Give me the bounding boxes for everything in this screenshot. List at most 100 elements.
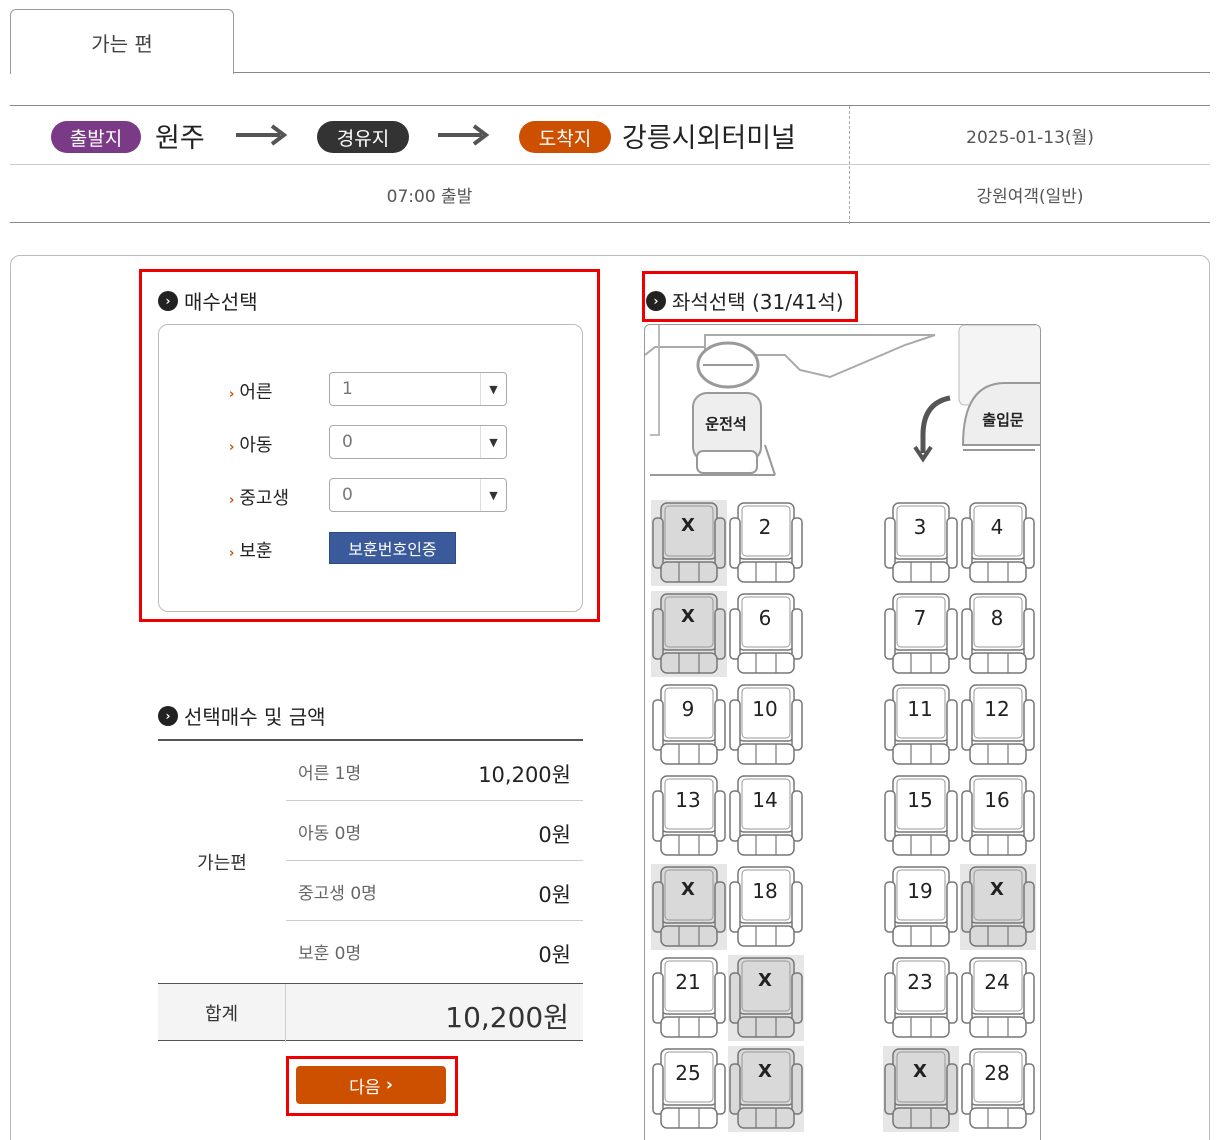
seat-12[interactable]: 12 bbox=[960, 682, 1036, 768]
seat-number: 4 bbox=[990, 515, 1004, 539]
seat-number: 3 bbox=[913, 515, 927, 539]
driver-seat-label: 운전석 bbox=[705, 415, 747, 433]
seat-20: X bbox=[960, 864, 1036, 950]
chevron-right-icon: › bbox=[229, 387, 235, 402]
count-section-title: › 매수선택 bbox=[158, 286, 258, 315]
departure-badge: 출발지 bbox=[51, 121, 141, 153]
seat-number: 19 bbox=[907, 879, 933, 903]
via-badge: 경유지 bbox=[317, 121, 409, 153]
chevron-circle-icon: › bbox=[158, 290, 178, 311]
seat-number: 16 bbox=[984, 788, 1010, 812]
driver-area-icon bbox=[645, 325, 1040, 476]
count-title-text: 매수선택 bbox=[184, 290, 258, 314]
seat-icon bbox=[884, 866, 958, 947]
seat-number: 14 bbox=[752, 788, 778, 812]
seat-25[interactable]: 25 bbox=[651, 1046, 727, 1132]
seat-14[interactable]: 14 bbox=[728, 773, 804, 859]
seat-icon bbox=[652, 684, 726, 765]
chevron-right-icon: › bbox=[385, 1075, 393, 1095]
seat-number: 7 bbox=[913, 606, 927, 630]
seat-number: 8 bbox=[990, 606, 1004, 630]
seat-number: 9 bbox=[681, 697, 695, 721]
seat-9[interactable]: 9 bbox=[651, 682, 727, 768]
seat-11[interactable]: 11 bbox=[883, 682, 959, 768]
seat-26: X bbox=[728, 1046, 804, 1132]
seat-number: 6 bbox=[758, 606, 772, 630]
seat-icon bbox=[961, 1048, 1035, 1129]
seat-icon bbox=[884, 593, 958, 674]
child-count-select[interactable]: 0 ▼ bbox=[329, 425, 507, 459]
arrow-right-icon bbox=[236, 124, 288, 146]
seat-number: 18 bbox=[752, 879, 778, 903]
seat-icon bbox=[652, 775, 726, 856]
seat-number: 28 bbox=[984, 1061, 1010, 1085]
total-row: 합계 10,200원 bbox=[158, 983, 583, 1042]
summary-title-text: 선택매수 및 금액 bbox=[184, 705, 326, 729]
seat-number: 11 bbox=[907, 697, 933, 721]
seat-icon bbox=[729, 593, 803, 674]
seat-28[interactable]: 28 bbox=[960, 1046, 1036, 1132]
adult-label: › 어른 bbox=[229, 382, 273, 403]
seat-icon bbox=[651, 591, 727, 677]
door-label: 출입문 bbox=[982, 411, 1024, 429]
summary-row: 어른 1명 10,200원 bbox=[286, 741, 583, 801]
seat-icon bbox=[729, 775, 803, 856]
seat-number: X bbox=[913, 1061, 927, 1082]
arrival-city: 강릉시외터미널 bbox=[622, 123, 796, 154]
chevron-down-icon: ▼ bbox=[480, 479, 506, 511]
seat-6[interactable]: 6 bbox=[728, 591, 804, 677]
student-label: › 중고생 bbox=[229, 488, 290, 509]
seat-13[interactable]: 13 bbox=[651, 773, 727, 859]
total-label: 합계 bbox=[158, 984, 286, 1042]
seat-number: 2 bbox=[758, 515, 772, 539]
seat-icon bbox=[884, 684, 958, 765]
seat-number: 15 bbox=[907, 788, 933, 812]
student-count-select[interactable]: 0 ▼ bbox=[329, 478, 507, 512]
seat-number: 25 bbox=[675, 1061, 701, 1085]
seat-15[interactable]: 15 bbox=[883, 773, 959, 859]
seat-number: X bbox=[681, 879, 695, 900]
departure-time: 07:00 출발 bbox=[386, 186, 473, 207]
seat-22: X bbox=[728, 955, 804, 1041]
seat-icon bbox=[884, 957, 958, 1038]
seat-17: X bbox=[651, 864, 727, 950]
seat-number: X bbox=[758, 1061, 772, 1082]
chevron-circle-icon: › bbox=[158, 705, 178, 726]
seat-7[interactable]: 7 bbox=[883, 591, 959, 677]
seat-16[interactable]: 16 bbox=[960, 773, 1036, 859]
tab-outbound[interactable]: 가는 편 bbox=[10, 9, 234, 74]
next-button[interactable]: 다음 › bbox=[296, 1066, 446, 1104]
seat-icon bbox=[884, 775, 958, 856]
seat-icon bbox=[729, 684, 803, 765]
count-box: › 어른 1 ▼ › 아동 0 ▼ › 중고생 0 ▼ › 보훈 보훈번호인증 bbox=[158, 324, 583, 612]
seat-section-title: › 좌석선택 (31/41석) bbox=[646, 286, 844, 315]
bus-company: 강원여객(일반) bbox=[976, 186, 1084, 207]
seat-4[interactable]: 4 bbox=[960, 500, 1036, 586]
seat-icon bbox=[651, 864, 727, 950]
seat-number: X bbox=[990, 879, 1004, 900]
seat-title-text: 좌석선택 (31/41석) bbox=[672, 290, 844, 314]
seat-2[interactable]: 2 bbox=[728, 500, 804, 586]
seat-10[interactable]: 10 bbox=[728, 682, 804, 768]
seat-21[interactable]: 21 bbox=[651, 955, 727, 1041]
seat-icon bbox=[961, 957, 1035, 1038]
veteran-cert-button[interactable]: 보훈번호인증 bbox=[329, 532, 456, 564]
seat-icon bbox=[961, 593, 1035, 674]
adult-count-select[interactable]: 1 ▼ bbox=[329, 372, 507, 406]
seat-3[interactable]: 3 bbox=[883, 500, 959, 586]
seat-19[interactable]: 19 bbox=[883, 864, 959, 950]
seat-23[interactable]: 23 bbox=[883, 955, 959, 1041]
seat-icon bbox=[729, 866, 803, 947]
seat-icon bbox=[728, 1046, 804, 1132]
seat-18[interactable]: 18 bbox=[728, 864, 804, 950]
chevron-circle-icon: › bbox=[646, 290, 666, 311]
seat-27: X bbox=[883, 1046, 959, 1132]
total-value: 10,200원 bbox=[445, 1001, 569, 1034]
arrival-badge: 도착지 bbox=[519, 121, 611, 153]
seat-number: 13 bbox=[675, 788, 701, 812]
seat-8[interactable]: 8 bbox=[960, 591, 1036, 677]
seat-24[interactable]: 24 bbox=[960, 955, 1036, 1041]
seat-number: 24 bbox=[984, 970, 1010, 994]
seat-icon bbox=[961, 502, 1035, 583]
summary-row: 아동 0명 0원 bbox=[286, 801, 583, 861]
